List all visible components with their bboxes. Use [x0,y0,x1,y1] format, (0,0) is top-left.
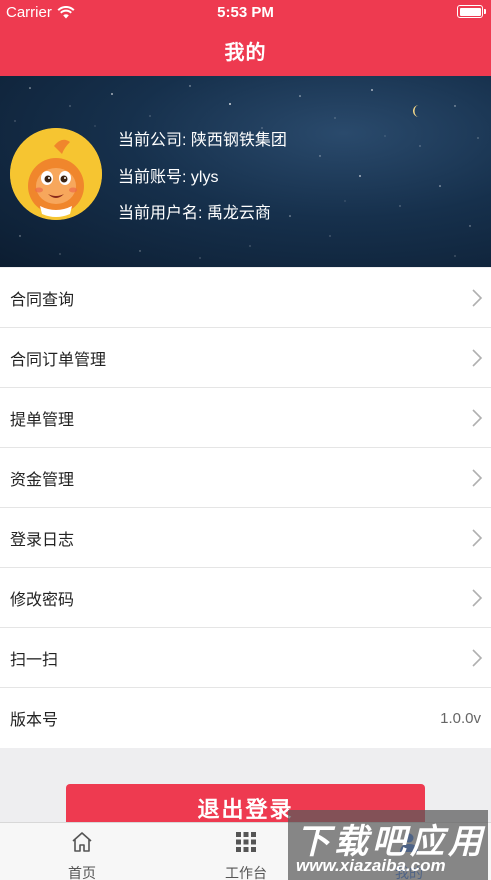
site-watermark: 下载吧应用 www.xiazaiba.com [288,810,488,880]
current-company: 当前公司: 陕西钢铁集团 [118,132,287,149]
chevron-right-icon [472,409,483,427]
mascot-avatar-icon [10,128,102,220]
version-label: 版本号 [10,712,59,729]
menu-list: 合同查询 合同订单管理 提单管理 资金管理 登录日志 修改密码 扫一扫 版本号 … [0,268,491,748]
menu-item-label: 扫一扫 [10,651,59,669]
menu-item-label: 合同查询 [10,291,75,309]
home-icon [72,832,92,852]
menu-item-login-log[interactable]: 登录日志 [0,508,491,568]
menu-item-label: 资金管理 [10,471,75,489]
chevron-right-icon [472,649,483,667]
menu-item-funds[interactable]: 资金管理 [0,448,491,508]
grid-icon [236,832,256,852]
status-bar: Carrier 5:53 PM [0,0,491,24]
menu-item-label: 修改密码 [10,591,75,609]
menu-item-contract-query[interactable]: 合同查询 [0,268,491,328]
chevron-right-icon [472,589,483,607]
current-account: 当前账号: ylys [118,169,219,186]
watermark-url: www.xiazaiba.com [296,856,446,875]
page-title: 我的 [224,42,267,64]
version-value: 1.0.0v [440,709,481,727]
menu-item-change-password[interactable]: 修改密码 [0,568,491,628]
status-time: 5:53 PM [217,4,274,21]
battery-icon [457,5,486,18]
chevron-right-icon [472,349,483,367]
menu-item-label: 合同订单管理 [10,351,107,369]
chevron-right-icon [472,469,483,487]
current-username: 当前用户名: 禹龙云商 [118,205,271,222]
avatar[interactable] [10,128,102,220]
tab-label: 首页 [68,865,96,880]
tab-home[interactable]: 首页 [0,823,164,880]
menu-item-scan[interactable]: 扫一扫 [0,628,491,688]
moon-icon [413,105,419,117]
profile-banner: 当前公司: 陕西钢铁集团 当前账号: ylys 当前用户名: 禹龙云商 [0,76,491,267]
menu-item-bill-of-lading[interactable]: 提单管理 [0,388,491,448]
menu-item-version: 版本号 1.0.0v [0,688,491,748]
menu-item-label: 提单管理 [10,411,75,429]
menu-item-contract-order[interactable]: 合同订单管理 [0,328,491,388]
app-header: Carrier 5:53 PM 我的 [0,0,491,76]
chevron-right-icon [472,529,483,547]
chevron-right-icon [472,289,483,307]
menu-item-label: 登录日志 [10,531,75,549]
